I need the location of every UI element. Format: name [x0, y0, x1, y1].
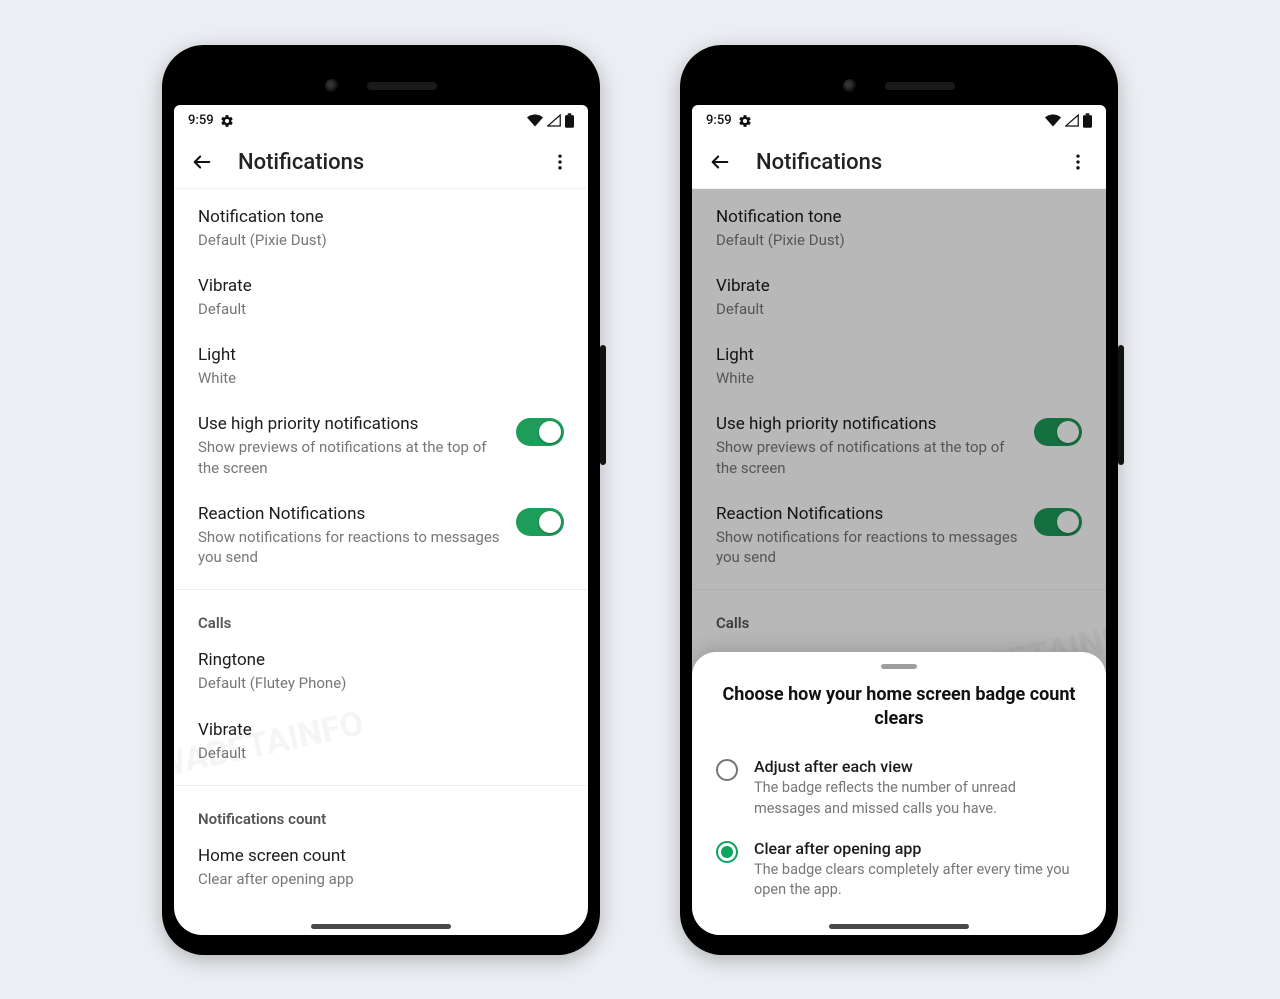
radio-icon	[716, 759, 738, 781]
status-bar: 9:59	[174, 105, 588, 133]
arrow-left-icon	[191, 151, 213, 173]
section-header-calls: Calls	[174, 598, 588, 638]
more-menu-button[interactable]	[1060, 144, 1096, 180]
gear-icon	[738, 114, 752, 128]
setting-value: Clear after opening app	[198, 869, 564, 889]
page-title: Notifications	[756, 150, 882, 175]
back-button[interactable]	[184, 144, 220, 180]
divider	[174, 589, 588, 590]
setting-title: Use high priority notifications	[198, 414, 500, 434]
more-vert-icon	[550, 152, 570, 172]
toggle-high-priority[interactable]	[516, 418, 564, 446]
page-title: Notifications	[238, 150, 364, 175]
option-adjust-after-each-view[interactable]: Adjust after each view The badge reflect…	[692, 747, 1106, 829]
option-title: Clear after opening app	[754, 839, 1082, 858]
setting-light[interactable]: Light White	[174, 333, 588, 402]
more-menu-button[interactable]	[542, 144, 578, 180]
battery-icon	[1083, 113, 1092, 128]
option-title: Adjust after each view	[754, 757, 1082, 776]
battery-icon	[565, 113, 574, 128]
gear-icon	[220, 114, 234, 128]
divider	[174, 785, 588, 786]
setting-value: Default (Pixie Dust)	[198, 230, 564, 250]
app-bar: Notifications	[174, 133, 588, 189]
toggle-reaction[interactable]	[516, 508, 564, 536]
option-subtitle: The badge reflects the number of unread …	[754, 778, 1082, 819]
setting-subtitle: Show notifications for reactions to mess…	[198, 527, 500, 568]
section-header-count: Notifications count	[174, 794, 588, 834]
setting-title: Notification tone	[198, 207, 564, 227]
settings-content: WABETAINFO Notification tone Default (Pi…	[174, 189, 588, 935]
setting-title: Light	[198, 345, 564, 365]
option-clear-after-opening-app[interactable]: Clear after opening app The badge clears…	[692, 829, 1106, 911]
setting-high-priority[interactable]: Use high priority notifications Show pre…	[174, 402, 588, 492]
status-time: 9:59	[706, 113, 732, 128]
option-subtitle: The badge clears completely after every …	[754, 860, 1082, 901]
setting-reaction-notifications[interactable]: Reaction Notifications Show notification…	[174, 492, 588, 582]
signal-icon	[547, 114, 561, 127]
setting-notification-tone[interactable]: Notification tone Default (Pixie Dust)	[174, 195, 588, 264]
gesture-nav-bar	[829, 924, 969, 929]
setting-title: Vibrate	[198, 276, 564, 296]
sheet-title: Choose how your home screen badge count …	[692, 683, 1106, 732]
phone-device-left: 9:59 Notifications	[162, 45, 600, 955]
setting-value: Default (Flutey Phone)	[198, 673, 564, 693]
phone-screen-right: 9:59 Notifications	[692, 105, 1106, 935]
phone-screen-left: 9:59 Notifications	[174, 105, 588, 935]
setting-home-screen-count[interactable]: Home screen count Clear after opening ap…	[174, 834, 588, 903]
back-button[interactable]	[702, 144, 738, 180]
phone-earpiece	[843, 79, 955, 93]
status-bar: 9:59	[692, 105, 1106, 133]
setting-vibrate-calls[interactable]: Vibrate Default	[174, 708, 588, 777]
setting-title: Reaction Notifications	[198, 504, 500, 524]
setting-value: Default	[198, 743, 564, 763]
setting-value: White	[198, 368, 564, 388]
arrow-left-icon	[709, 151, 731, 173]
phone-device-right: 9:59 Notifications	[680, 45, 1118, 955]
setting-title: Ringtone	[198, 650, 564, 670]
app-bar: Notifications	[692, 133, 1106, 189]
setting-subtitle: Show previews of notifications at the to…	[198, 437, 500, 478]
sheet-drag-handle[interactable]	[881, 664, 917, 669]
badge-count-bottom-sheet: Choose how your home screen badge count …	[692, 652, 1106, 935]
radio-icon	[716, 841, 738, 863]
phone-earpiece	[325, 79, 437, 93]
gesture-nav-bar	[311, 924, 451, 929]
signal-icon	[1065, 114, 1079, 127]
setting-value: Default	[198, 299, 564, 319]
setting-vibrate-messages[interactable]: Vibrate Default	[174, 264, 588, 333]
more-vert-icon	[1068, 152, 1088, 172]
status-time: 9:59	[188, 113, 214, 128]
settings-content: WABETAINFO Notification tone Default (Pi…	[692, 189, 1106, 935]
setting-title: Home screen count	[198, 846, 564, 866]
wifi-icon	[527, 114, 543, 127]
setting-ringtone[interactable]: Ringtone Default (Flutey Phone)	[174, 638, 588, 707]
setting-title: Vibrate	[198, 720, 564, 740]
wifi-icon	[1045, 114, 1061, 127]
